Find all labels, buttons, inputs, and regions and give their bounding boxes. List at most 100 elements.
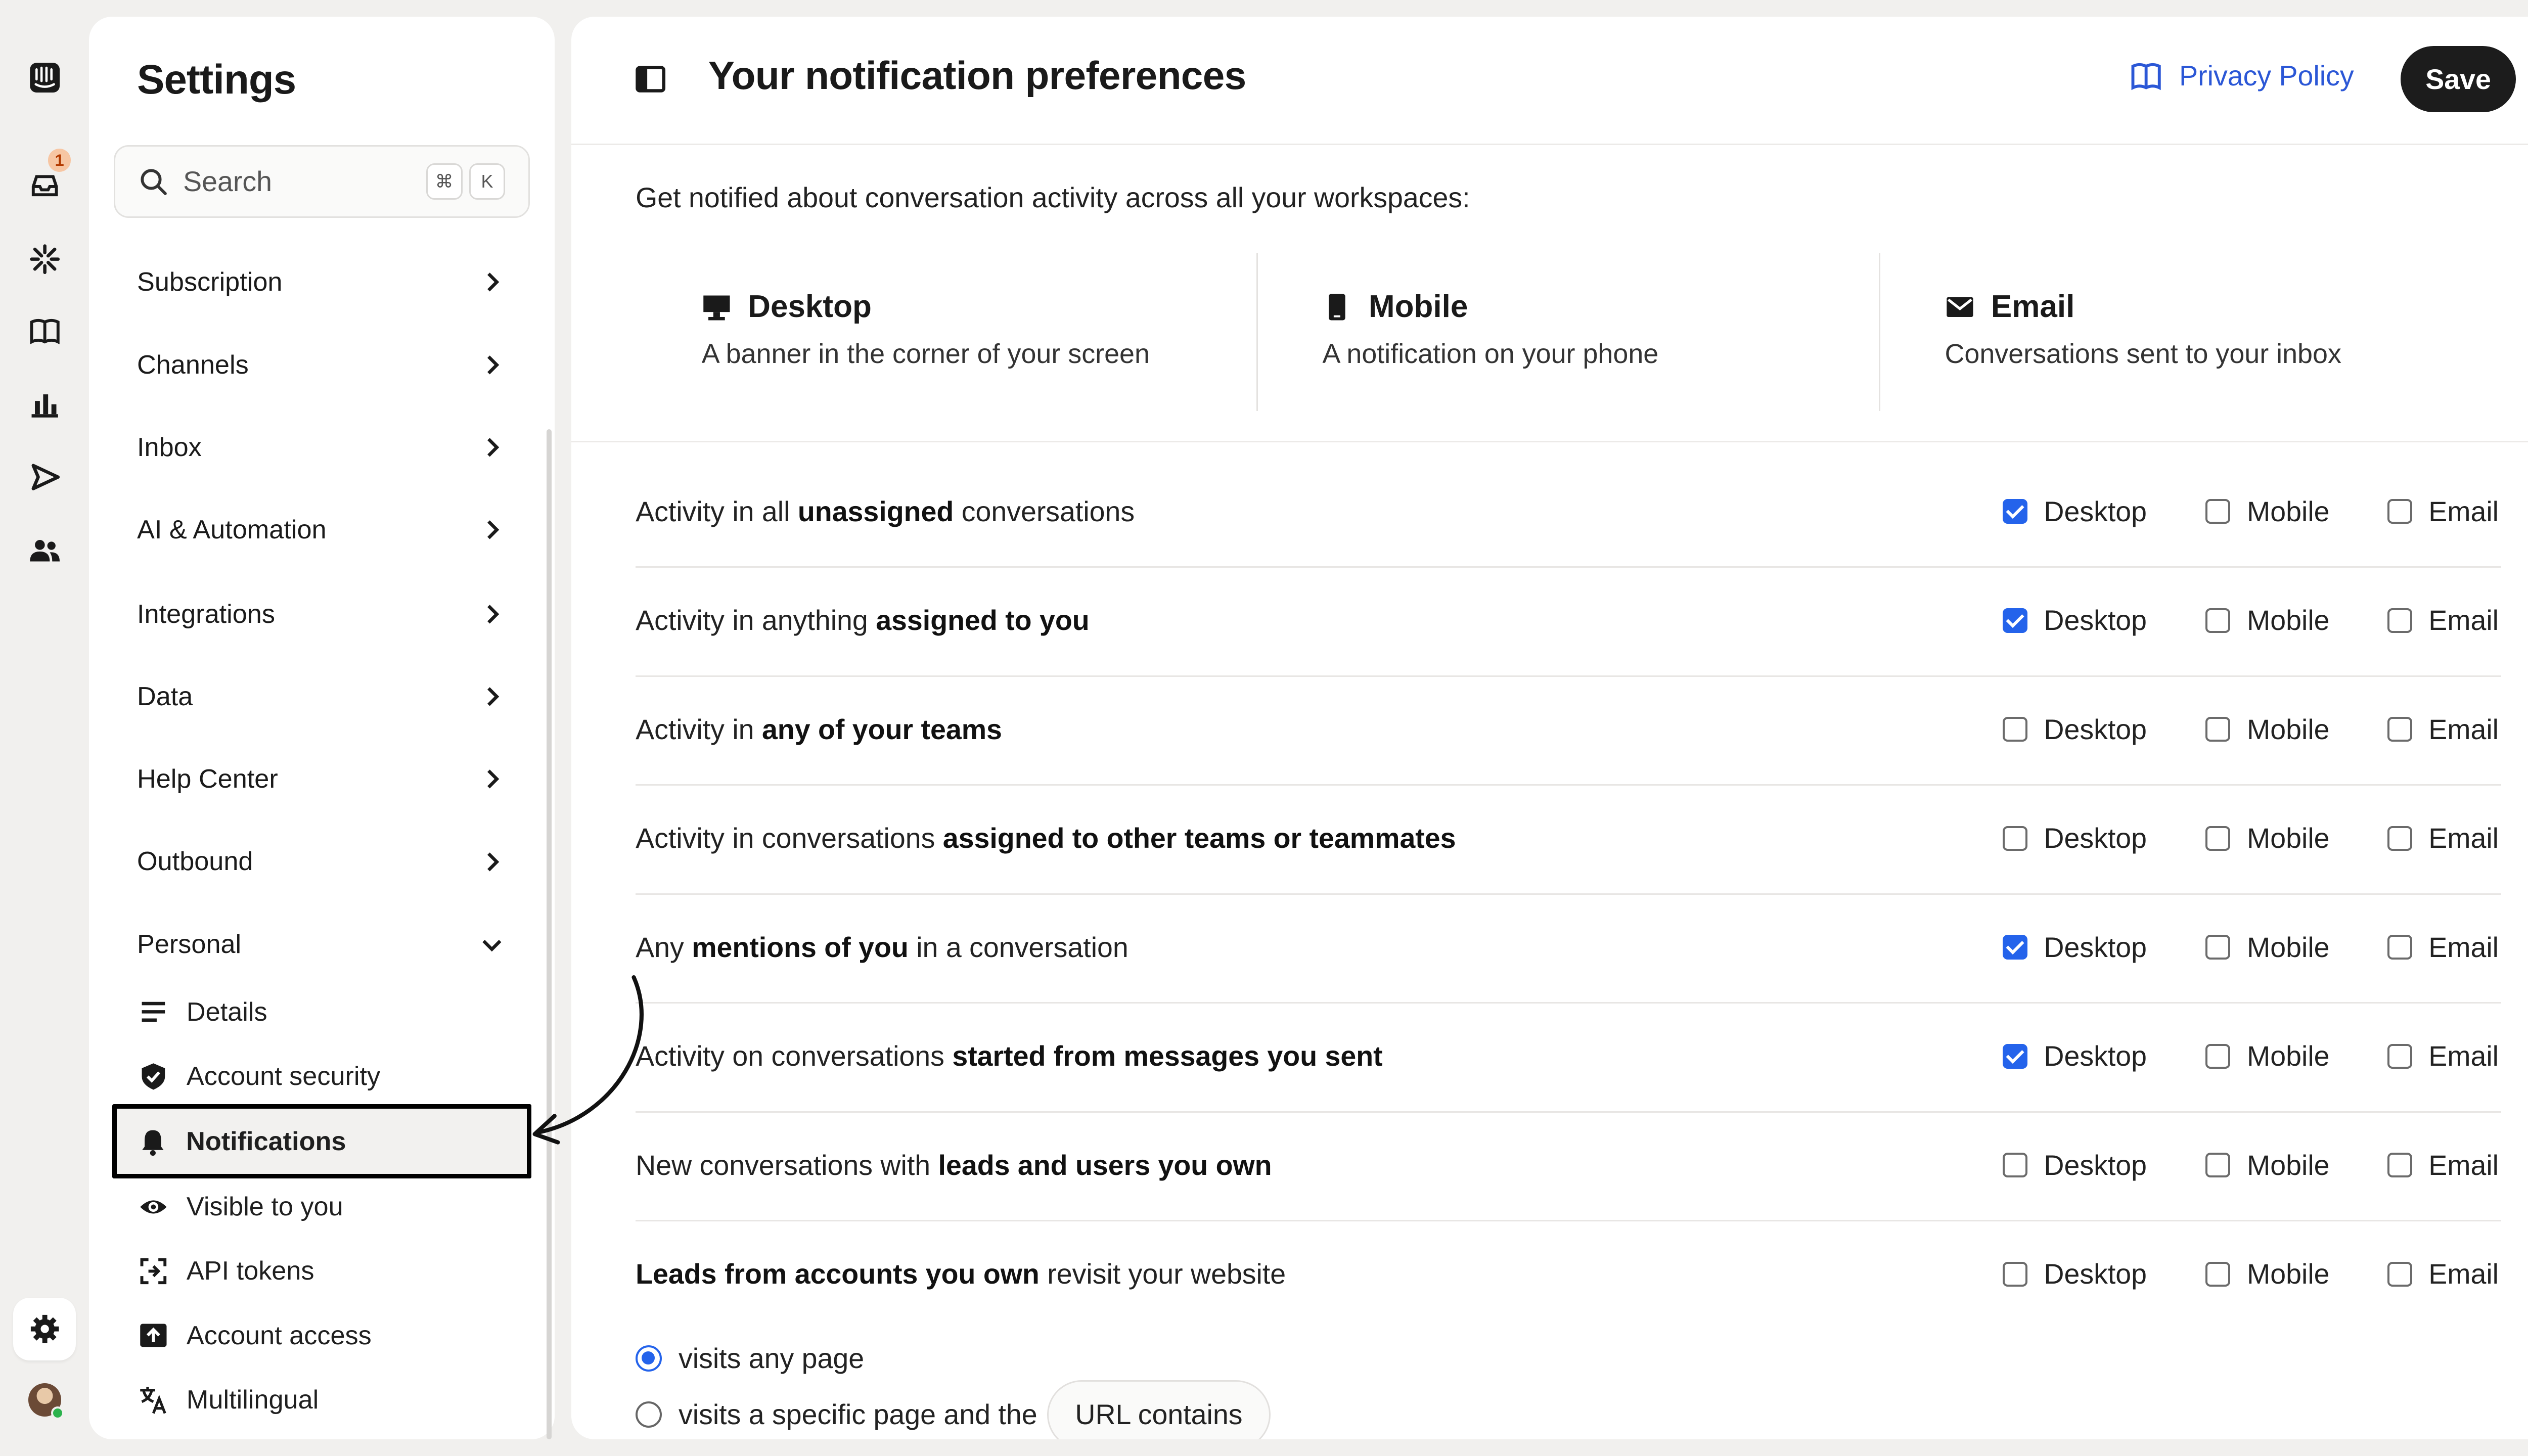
ai-icon[interactable] [18,233,71,285]
mobile-option[interactable]: Mobile [2205,1149,2330,1181]
desktop-option[interactable]: Desktop [2002,1258,2147,1290]
mobile-option[interactable]: Mobile [2205,713,2330,746]
inbox-badge: 1 [48,148,71,172]
mobile-checkbox[interactable] [2205,499,2231,524]
nav-subscription[interactable]: Subscription [137,257,504,307]
privacy-policy-link[interactable]: Privacy Policy [2130,60,2354,93]
mobile-option[interactable]: Mobile [2205,931,2330,964]
main-panel: Your notification preferences Privacy Po… [571,16,2528,1440]
desktop-option[interactable]: Desktop [2002,1040,2147,1072]
mobile-checkbox[interactable] [2205,1043,2231,1069]
nav-integrations[interactable]: Integrations [137,589,504,639]
sub-item-api-tokens[interactable]: API tokens [114,1241,530,1301]
nav-channels[interactable]: Channels [137,340,504,390]
email-option[interactable]: Email [2387,931,2499,964]
search-icon [141,169,167,195]
nav-ai-automation[interactable]: AI & Automation [137,505,504,555]
book-icon[interactable] [18,305,71,358]
channel-mobile-title: Mobile [1322,289,1468,325]
app-logo-icon[interactable] [18,51,71,104]
desktop-checkbox[interactable] [2002,1153,2027,1178]
settings-title: Settings [137,57,296,103]
email-checkbox[interactable] [2387,717,2412,742]
mobile-checkbox[interactable] [2205,1153,2231,1178]
sub-item-account-access[interactable]: Account access [114,1306,530,1366]
email-option[interactable]: Email [2387,713,2499,746]
label-text: Activity in all [636,495,798,527]
preference-row: New conversations with leads and users y… [636,1113,2501,1222]
save-button[interactable]: Save [2400,46,2516,113]
desktop-option[interactable]: Desktop [2002,822,2147,854]
settings-gear-icon[interactable] [13,1297,76,1360]
email-option[interactable]: Email [2387,1149,2499,1181]
nav-data[interactable]: Data [137,672,504,721]
sidebar-scrollbar[interactable] [546,429,552,1440]
email-checkbox[interactable] [2387,608,2412,633]
sub-item-details[interactable]: Details [114,982,530,1042]
mobile-option[interactable]: Mobile [2205,1040,2330,1072]
radio-label: visits any page [679,1342,865,1374]
radio-visits-any-page[interactable]: visits any page [636,1342,864,1375]
sub-item-multilingual[interactable]: Multilingual [114,1370,530,1430]
email-checkbox[interactable] [2387,1261,2412,1287]
email-option[interactable]: Email [2387,822,2499,854]
email-option[interactable]: Email [2387,1258,2499,1290]
search-input[interactable] [183,165,398,198]
desktop-checkbox[interactable] [2002,499,2027,524]
desktop-checkbox[interactable] [2002,608,2027,633]
nav-label: Help Center [137,764,278,794]
mobile-checkbox[interactable] [2205,608,2231,633]
email-option[interactable]: Email [2387,495,2499,528]
sidebar-toggle-icon[interactable] [634,63,667,96]
desktop-option[interactable]: Desktop [2002,931,2147,964]
label-emphasis: Leads from accounts you own [636,1258,1040,1290]
radio-button[interactable] [636,1401,662,1428]
radio-visits-specific-page[interactable]: visits a specific page and the URL conta… [636,1380,1271,1440]
desktop-option[interactable]: Desktop [2002,604,2147,636]
sub-item-label: Visible to you [186,1192,343,1221]
desktop-option[interactable]: Desktop [2002,1149,2147,1181]
inbox-icon[interactable]: 1 [18,148,71,211]
email-option[interactable]: Email [2387,1040,2499,1072]
channel-name: Desktop [748,289,872,325]
mobile-option[interactable]: Mobile [2205,604,2330,636]
outbound-icon[interactable] [18,450,71,503]
sub-item-account-security[interactable]: Account security [114,1046,530,1106]
email-option[interactable]: Email [2387,604,2499,636]
nav-personal[interactable]: Personal [137,920,504,969]
desktop-checkbox[interactable] [2002,935,2027,960]
mobile-checkbox[interactable] [2205,717,2231,742]
mobile-option[interactable]: Mobile [2205,495,2330,528]
desktop-option[interactable]: Desktop [2002,495,2147,528]
sub-item-label: Account security [186,1061,381,1091]
search-box[interactable]: ⌘ K [114,145,530,218]
contacts-icon[interactable] [18,523,71,576]
reports-icon[interactable] [18,378,71,431]
mobile-checkbox[interactable] [2205,826,2231,851]
mobile-option[interactable]: Mobile [2205,1258,2330,1290]
email-checkbox[interactable] [2387,826,2412,851]
channel-desc: Conversations sent to your inbox [1945,339,2341,370]
desktop-checkbox[interactable] [2002,717,2027,742]
desktop-checkbox[interactable] [2002,826,2027,851]
desktop-checkbox[interactable] [2002,1261,2027,1287]
nav-outbound[interactable]: Outbound [137,837,504,886]
email-checkbox[interactable] [2387,1043,2412,1069]
preference-label: Activity on conversations started from m… [636,1040,1383,1072]
book-icon [2131,63,2161,90]
email-checkbox[interactable] [2387,935,2412,960]
email-checkbox[interactable] [2387,499,2412,524]
eye-icon [137,1190,170,1223]
url-condition-dropdown[interactable]: URL contains [1047,1380,1271,1440]
mobile-checkbox[interactable] [2205,1261,2231,1287]
radio-button[interactable] [636,1345,662,1372]
nav-help-center[interactable]: Help Center [137,754,504,804]
sub-item-notifications[interactable]: Notifications [112,1104,532,1179]
mobile-checkbox[interactable] [2205,935,2231,960]
sub-item-visible-to-you[interactable]: Visible to you [114,1177,530,1237]
desktop-checkbox[interactable] [2002,1043,2027,1069]
desktop-option[interactable]: Desktop [2002,713,2147,746]
mobile-option[interactable]: Mobile [2205,822,2330,854]
email-checkbox[interactable] [2387,1153,2412,1178]
nav-inbox[interactable]: Inbox [137,423,504,472]
